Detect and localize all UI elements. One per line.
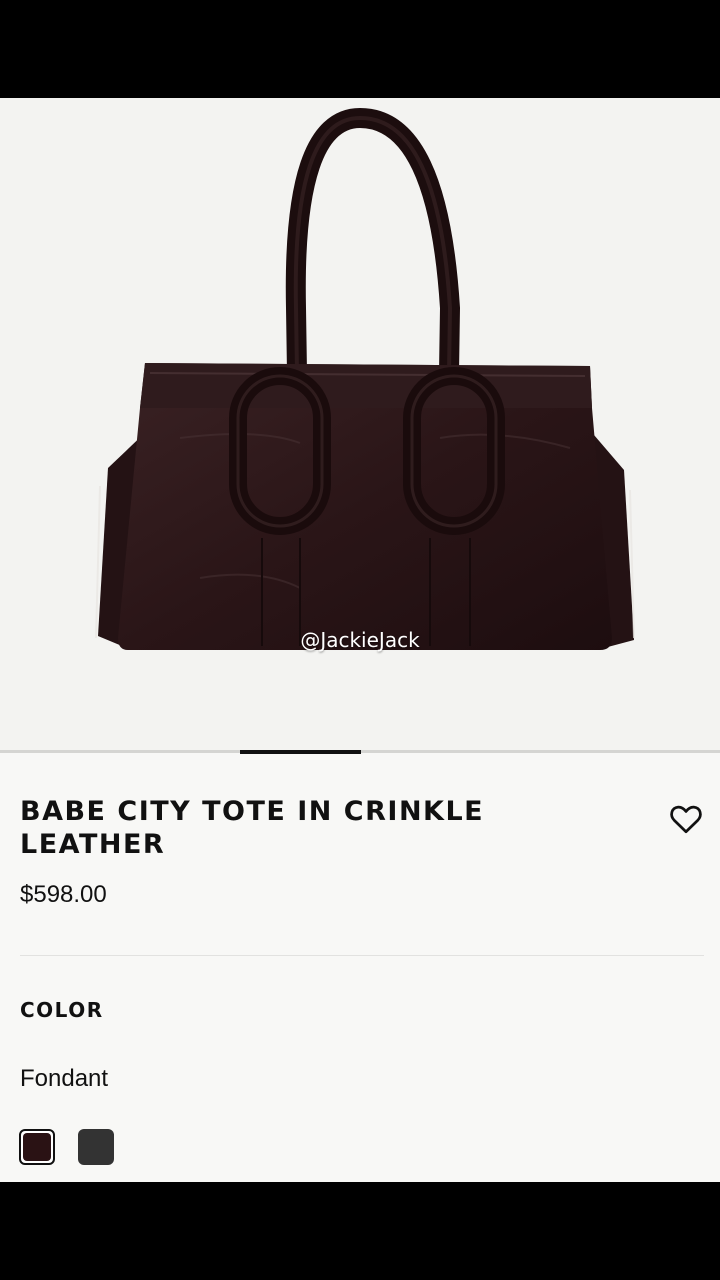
product-price: $598.00 bbox=[20, 881, 107, 908]
swatch-fill bbox=[23, 1133, 51, 1161]
color-section-label: COLOR bbox=[20, 998, 104, 1022]
product-title: BABE CITY TOTE IN CRINKLE LEATHER bbox=[20, 796, 485, 860]
product-image bbox=[95, 107, 635, 650]
color-swatch-fondant[interactable] bbox=[19, 1129, 55, 1165]
watermark: @JackieJack bbox=[300, 628, 420, 652]
section-divider bbox=[20, 955, 704, 956]
status-bar bbox=[0, 0, 720, 98]
system-navigation-bar bbox=[0, 1182, 720, 1280]
product-screen: @JackieJack BABE CITY TOTE IN CRINKLE LE… bbox=[0, 98, 720, 1182]
carousel-progress-indicator bbox=[240, 750, 361, 754]
heart-outline-icon bbox=[670, 805, 702, 834]
color-swatch-black[interactable] bbox=[78, 1129, 114, 1165]
selected-color-name: Fondant bbox=[20, 1065, 109, 1092]
product-image-carousel[interactable]: @JackieJack bbox=[0, 98, 720, 752]
wishlist-button[interactable] bbox=[668, 801, 704, 837]
